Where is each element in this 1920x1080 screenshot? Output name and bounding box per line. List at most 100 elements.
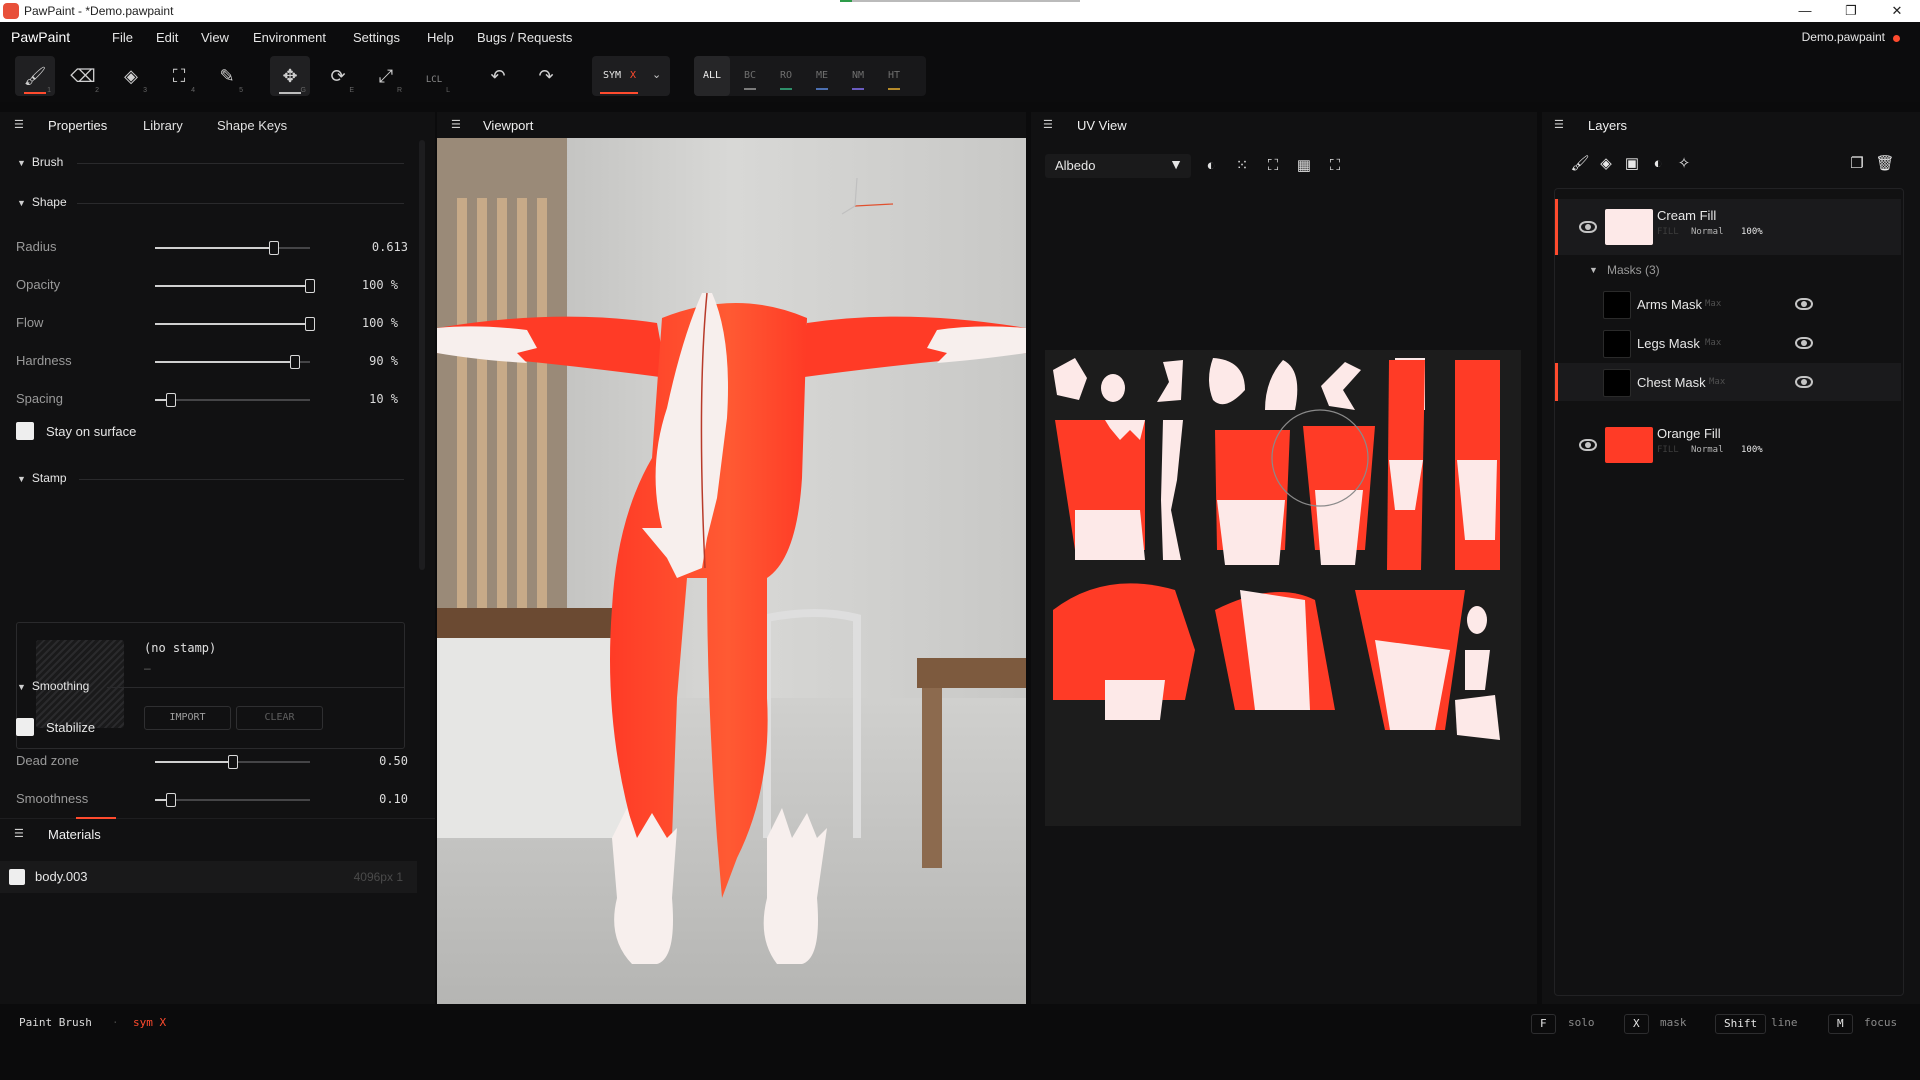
close-window-button[interactable]: ✕ [1874,1,1920,21]
duplicate-icon[interactable]: ❐ [1847,154,1867,174]
uv-channel-dropdown[interactable]: Albedo ▼ [1045,154,1191,178]
mask-mode[interactable]: Max [1705,299,1721,309]
stamp-section-header[interactable]: ▼ Stamp [17,471,404,485]
menu-help[interactable]: Help [427,30,454,45]
panel-menu-icon[interactable]: ☰ [1043,118,1053,131]
fullscreen-icon[interactable]: ⛶ [1325,156,1345,176]
restore-button[interactable]: ❐ [1828,1,1874,21]
hardness-slider[interactable] [155,355,310,369]
layer-row-orange-fill[interactable]: Orange Fill FILL Normal 100% [1555,417,1901,473]
eye-icon[interactable] [1795,376,1813,388]
menu-settings[interactable]: Settings [353,30,400,45]
material-row[interactable]: body.003 4096px 1 [0,861,417,893]
grid-icon[interactable]: ⁙ [1232,156,1252,176]
symmetry-toggle[interactable]: SYM X ⌄ [592,56,670,96]
eye-icon[interactable] [1579,221,1597,233]
mask-row-chest[interactable]: Chest Mask Max [1555,363,1901,401]
menu-environment[interactable]: Environment [253,30,326,45]
slider-thumb[interactable] [165,793,176,807]
slider-thumb[interactable] [289,355,300,369]
mask-row-arms[interactable]: Arms Mask Max [1555,287,1901,321]
panel-menu-icon[interactable]: ☰ [14,118,24,131]
dead-zone-value[interactable]: 0.50 [379,754,408,768]
flow-value[interactable]: 100 % [362,316,398,330]
fill-icon[interactable]: ◈ [1596,154,1616,174]
paint-brush-tool[interactable]: 🖌 1 [15,56,55,96]
stay-on-surface-checkbox[interactable] [16,422,34,440]
channel-me-button[interactable]: ME [804,56,840,96]
mask-mode[interactable]: Max [1709,377,1725,387]
panel-menu-icon[interactable]: ☰ [1554,118,1564,131]
chevron-down-icon[interactable]: ⌄ [652,68,661,81]
undo-button[interactable]: ↶ [478,56,518,96]
eye-icon[interactable] [1795,298,1813,310]
smoothness-value[interactable]: 0.10 [379,792,408,806]
opacity-value[interactable]: 100 % [362,278,398,292]
layer-opacity[interactable]: 100% [1741,227,1763,237]
crop-tool[interactable]: ⛶ 4 [159,56,199,96]
rotate-tool[interactable]: ⟳ E [318,56,358,96]
checker-icon[interactable]: ▦ [1294,156,1314,176]
channel-nm-button[interactable]: NM [840,56,876,96]
channel-bc-button[interactable]: BC [732,56,768,96]
smoothness-slider[interactable] [155,793,310,807]
channel-ro-button[interactable]: RO [768,56,804,96]
minimize-button[interactable]: — [1782,1,1828,21]
redo-button[interactable]: ↷ [526,56,566,96]
uv-texture-map[interactable] [1045,350,1521,826]
slider-thumb[interactable] [227,755,238,769]
layer-row-cream-fill[interactable]: Cream Fill FILL Normal 100% [1555,199,1901,255]
collapse-triangle-icon[interactable]: ▼ [1589,265,1598,275]
local-space-toggle[interactable]: LCL L [414,56,454,96]
3d-viewport[interactable] [437,138,1026,1004]
import-stamp-button[interactable]: IMPORT [144,706,231,730]
menu-bugs-requests[interactable]: Bugs / Requests [477,30,572,45]
tab-properties[interactable]: Properties [48,118,107,133]
radius-slider[interactable] [155,241,310,255]
menu-edit[interactable]: Edit [156,30,178,45]
eyedropper-tool[interactable]: ✎ 5 [207,56,247,96]
dead-zone-slider[interactable] [155,755,310,769]
flow-slider[interactable] [155,317,315,331]
slider-thumb[interactable] [305,317,315,331]
clear-stamp-button[interactable]: CLEAR [236,706,323,730]
menu-view[interactable]: View [201,30,229,45]
channel-all-button[interactable]: ALL [694,56,730,96]
crop-icon[interactable]: ⛶ [1263,156,1283,176]
panel-menu-icon[interactable]: ☰ [14,827,24,840]
eraser-tool[interactable]: ⌫ 2 [63,56,103,96]
brush-icon[interactable]: 🖌 [1570,154,1590,174]
layer-blend-mode[interactable]: Normal [1691,445,1724,455]
smoothing-section-header[interactable]: ▼ Smoothing [17,679,404,693]
slider-thumb[interactable] [305,279,315,293]
panel-menu-icon[interactable]: ☰ [451,118,461,131]
folder-add-icon[interactable]: ▣ [1622,154,1642,174]
contrast-icon[interactable]: ◐ [1201,156,1221,176]
eye-icon[interactable] [1579,439,1597,451]
menu-file[interactable]: File [112,30,133,45]
radius-value[interactable]: 0.613 [372,240,408,254]
slider-thumb[interactable] [269,241,280,255]
layer-blend-mode[interactable]: Normal [1691,227,1724,237]
stabilize-checkbox[interactable] [16,718,34,736]
panel-scrollbar[interactable] [419,140,425,570]
eye-icon[interactable] [1795,337,1813,349]
hardness-value[interactable]: 90 % [369,354,398,368]
spacing-slider[interactable] [155,393,310,407]
opacity-slider[interactable] [155,279,315,293]
spacing-value[interactable]: 10 % [369,392,398,406]
adjust-icon[interactable]: ◐ [1648,154,1668,174]
magic-wand-icon[interactable]: ✧ [1674,154,1694,174]
scale-tool[interactable]: ⤢ R [366,56,406,96]
tab-library[interactable]: Library [143,118,183,133]
move-tool[interactable]: ✥ G [270,56,310,96]
channel-ht-button[interactable]: HT [876,56,912,96]
slider-thumb[interactable] [165,393,176,407]
layer-opacity[interactable]: 100% [1741,445,1763,455]
tab-shape-keys[interactable]: Shape Keys [217,118,287,133]
brush-section-header[interactable]: ▼ Brush [17,155,404,169]
shape-section-header[interactable]: ▼ Shape [17,195,404,209]
mask-mode[interactable]: Max [1705,338,1721,348]
paint-bucket-tool[interactable]: ◈ 3 [111,56,151,96]
trash-icon[interactable]: 🗑 [1875,154,1895,174]
